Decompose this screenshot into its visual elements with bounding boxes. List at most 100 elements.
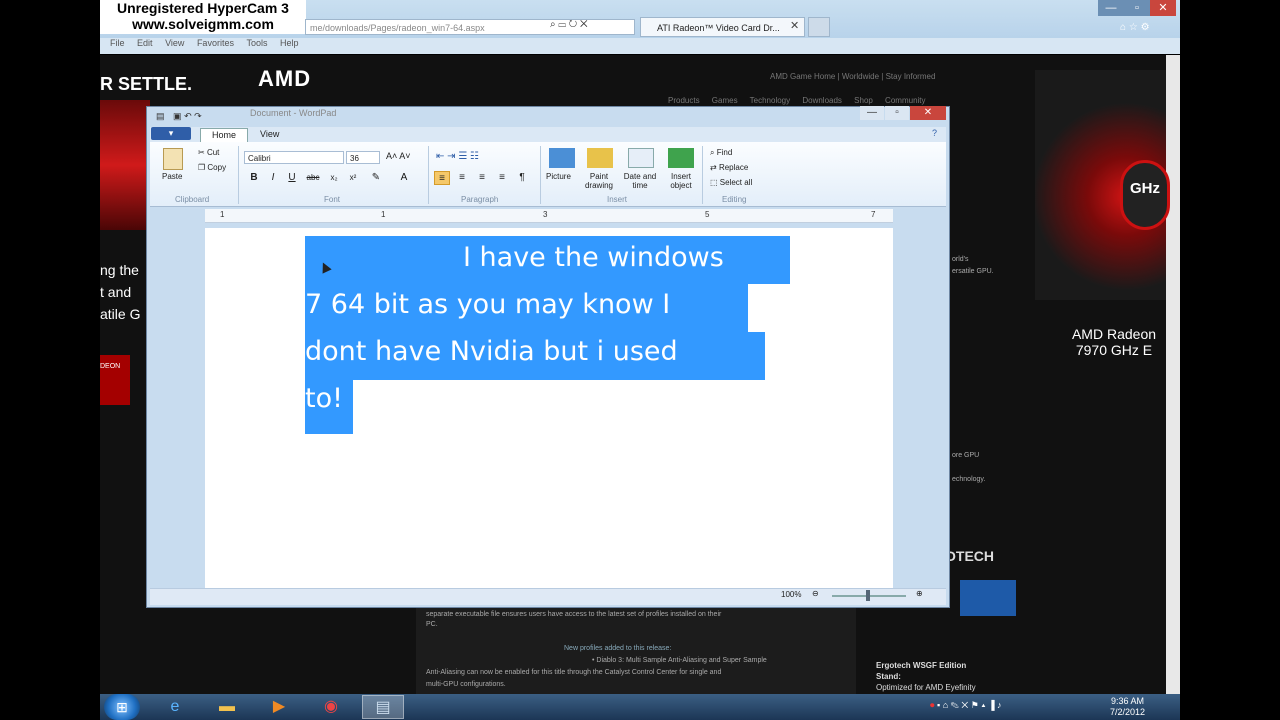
tray-icons[interactable]: ▪ ⌂ ✎ ✕ ⚑ ▴ ▐ ♪: [937, 700, 1002, 710]
amd-main-nav[interactable]: Products Games Technology Downloads Shop…: [668, 96, 926, 105]
system-tray[interactable]: ⏺ ▪ ⌂ ✎ ✕ ⚑ ▴ ▐ ♪: [930, 700, 1002, 711]
wordpad-maximize-icon[interactable]: ▫: [885, 106, 909, 120]
compat-icon[interactable]: ▭: [558, 19, 566, 30]
subscript-icon[interactable]: x₂: [326, 171, 342, 185]
ruler[interactable]: 1 1 3 5 7: [205, 209, 893, 223]
zoom-out-icon[interactable]: ⊖: [812, 589, 819, 598]
gear-icon[interactable]: ⚙: [1141, 22, 1150, 33]
insert-object-button[interactable]: Insert object: [664, 172, 698, 190]
paste-icon[interactable]: [163, 148, 183, 170]
highlight-icon[interactable]: ✎: [368, 171, 384, 185]
ruler-mark: 5: [705, 210, 710, 219]
wordpad-menu-button[interactable]: ▾: [151, 127, 191, 140]
wordpad-taskbar-icon[interactable]: ▤: [362, 695, 404, 719]
copy-button[interactable]: ❐ Copy: [198, 163, 226, 172]
tab-home[interactable]: Home: [200, 128, 248, 142]
menu-edit[interactable]: Edit: [137, 38, 153, 48]
replace-button[interactable]: ⇄ Replace: [710, 163, 748, 172]
tab-view[interactable]: View: [260, 128, 279, 141]
browser-home-icons[interactable]: ⌂ ☆ ⚙: [1120, 22, 1150, 33]
refresh-icon[interactable]: ↻: [569, 19, 577, 30]
panel-line-3[interactable]: New profiles added to this release:: [564, 645, 671, 652]
media-player-icon[interactable]: ▶: [258, 695, 300, 719]
font-size-select[interactable]: 36: [346, 151, 380, 164]
object-icon[interactable]: [668, 148, 694, 168]
driver-notes-panel: separate executable file ensures users h…: [416, 607, 856, 697]
browser-scrollbar[interactable]: [1166, 55, 1180, 695]
menu-button-glyph: ▾: [168, 128, 174, 138]
document-line-2[interactable]: 7 64 bit as you may know I: [305, 289, 670, 320]
picture-icon[interactable]: [549, 148, 575, 168]
bold-icon[interactable]: B: [246, 171, 262, 185]
menu-help[interactable]: Help: [280, 38, 299, 48]
quick-save-icon[interactable]: ▣: [173, 111, 182, 121]
paste-button[interactable]: Paste: [162, 172, 182, 181]
menu-tools[interactable]: Tools: [246, 38, 267, 48]
grow-shrink-font-icons[interactable]: A˄ A˅: [386, 151, 411, 161]
amd-logo[interactable]: AMD: [258, 66, 311, 92]
paint-icon[interactable]: [587, 148, 613, 168]
chrome-icon[interactable]: ◉: [310, 695, 352, 719]
quick-undo-icon[interactable]: ↶: [184, 111, 192, 121]
document-line-3[interactable]: dont have Nvidia but i used: [305, 336, 678, 367]
menu-file[interactable]: File: [110, 38, 125, 48]
new-tab-button[interactable]: [808, 17, 830, 37]
align-center-icon[interactable]: ≡: [454, 171, 470, 185]
wordpad-close-icon[interactable]: ✕: [910, 106, 946, 120]
start-button[interactable]: ⊞: [104, 694, 140, 720]
quick-redo-icon[interactable]: ↷: [194, 111, 202, 121]
picture-button[interactable]: Picture: [546, 172, 571, 181]
align-left-icon[interactable]: ≡: [434, 171, 450, 185]
italic-icon[interactable]: I: [265, 171, 281, 185]
home-icon[interactable]: ⌂: [1120, 22, 1126, 33]
minimize-icon[interactable]: —: [1098, 0, 1124, 16]
maximize-icon[interactable]: ▫: [1124, 0, 1150, 16]
indent-list-icons[interactable]: ⇤ ⇥ ☰ ☷: [436, 151, 479, 162]
ruler-mark: 3: [543, 210, 548, 219]
document-line-4[interactable]: to!: [305, 383, 343, 414]
file-explorer-icon[interactable]: ▬: [206, 695, 248, 719]
search-icon[interactable]: ⌕: [550, 19, 556, 30]
menu-favorites[interactable]: Favorites: [197, 38, 234, 48]
watermark-line2: www.solveigmm.com: [132, 16, 274, 32]
panel-line-5: Anti-Aliasing can now be enabled for thi…: [426, 669, 722, 676]
font-name-select[interactable]: Calibri: [244, 151, 344, 164]
browser-tab[interactable]: ATI Radeon™ Video Card Dr...: [640, 17, 805, 37]
product-name[interactable]: AMD Radeon 7970 GHz E: [1062, 326, 1166, 358]
stop-icon[interactable]: ✕: [580, 19, 588, 30]
zoom-slider-thumb[interactable]: [866, 590, 870, 601]
help-icon[interactable]: ?: [932, 128, 937, 138]
paint-button[interactable]: Paint drawing: [582, 172, 616, 190]
paragraph-settings-icon[interactable]: ¶: [514, 171, 530, 185]
wordpad-minimize-icon[interactable]: —: [860, 106, 884, 120]
address-bar-icons[interactable]: ⌕ ▭ ↻ ✕: [550, 19, 588, 30]
tab-close-icon[interactable]: ✕: [790, 19, 799, 32]
ergotech-sub: Optimized for AMD Eyefinity: [876, 683, 976, 692]
align-right-icon[interactable]: ≡: [474, 171, 490, 185]
select-all-button[interactable]: ⬚ Select all: [710, 178, 752, 187]
calendar-icon[interactable]: [628, 148, 654, 168]
amd-top-nav[interactable]: AMD Game Home | Worldwide | Stay Informe…: [770, 72, 935, 81]
badge-text: DEON: [100, 363, 121, 370]
ruler-mark: 1: [220, 210, 225, 219]
zoom-in-icon[interactable]: ⊕: [916, 589, 923, 598]
document-line-1[interactable]: I have the windows: [463, 242, 724, 273]
datetime-button[interactable]: Date and time: [620, 172, 660, 190]
clock-time: 9:36 AM: [1111, 696, 1145, 706]
cut-label: Cut: [206, 148, 220, 157]
superscript-icon[interactable]: x²: [345, 171, 361, 185]
strikethrough-icon[interactable]: abc: [305, 171, 321, 185]
wordpad-app-icon[interactable]: ▤: [156, 111, 165, 121]
clock[interactable]: 9:36 AM 7/2/2012: [1110, 696, 1145, 718]
menu-view[interactable]: View: [165, 38, 184, 48]
font-color-icon[interactable]: A: [396, 171, 412, 185]
favorites-icon[interactable]: ☆: [1129, 22, 1138, 33]
close-icon[interactable]: ✕: [1150, 0, 1176, 16]
justify-icon[interactable]: ≡: [494, 171, 510, 185]
find-button[interactable]: ⌕ Find: [710, 148, 732, 158]
record-icon[interactable]: ⏺: [930, 700, 935, 710]
select-all-icon: ⬚: [710, 178, 718, 187]
cut-button[interactable]: ✂ Cut: [198, 148, 219, 157]
underline-icon[interactable]: U: [284, 171, 300, 185]
internet-explorer-icon[interactable]: e: [154, 695, 196, 719]
